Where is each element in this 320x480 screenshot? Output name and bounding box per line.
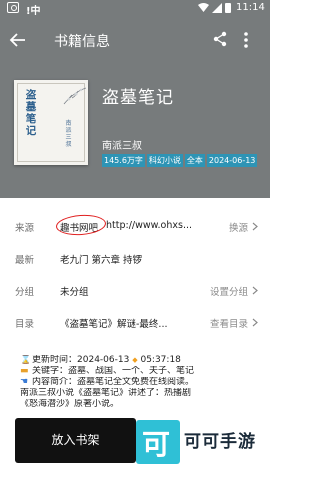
more-vert-icon[interactable] — [243, 31, 249, 49]
group-value: 未分组 — [60, 287, 89, 298]
set-group-button[interactable]: 设置分组 — [210, 284, 248, 298]
status-app-text: !中 — [26, 6, 41, 17]
book-info-screen: !中 11:14 书籍信息 盗墓笔记 南派三叔 盗墓笔记 南派三叔 145.6万… — [0, 0, 270, 480]
book-tags: 145.6万字 科幻小说 全本 2024-06-13 — [102, 154, 259, 167]
signal-icon — [212, 3, 222, 13]
red-annotation-circle — [55, 213, 107, 237]
battery-icon — [225, 3, 231, 13]
app-bar: 书籍信息 — [0, 22, 270, 58]
watermark-logo: 可 — [136, 420, 180, 464]
chevron-right-icon — [252, 318, 258, 327]
update-time: 05:37:18 — [140, 355, 181, 365]
toc-row[interactable]: 目录 《盗墓笔记》解谜-最终... 查看目录 — [0, 308, 270, 338]
chevron-right-icon — [252, 286, 258, 295]
toc-last-chapter: 《盗墓笔记》解谜-最终... — [60, 319, 168, 330]
source-row[interactable]: 来源 趣书网吧 http://www.ohxs... 换源 — [0, 212, 270, 242]
update-date: 2024-06-13 — [77, 355, 130, 365]
update-line: ⌛更新时间：2024-06-13 ◆ 05:37:18 — [20, 355, 260, 366]
source-url[interactable]: http://www.ohxs... — [106, 220, 194, 231]
book-title: 盗墓笔记 — [102, 88, 174, 108]
intro: 内容简介：盗墓笔记全文免费在线阅读。 — [32, 377, 195, 387]
latest-chapter-row[interactable]: 最新 老九门 第六章 持锣 — [0, 244, 270, 274]
book-header: !中 11:14 书籍信息 盗墓笔记 南派三叔 盗墓笔记 南派三叔 145.6万… — [0, 0, 270, 198]
back-arrow-icon[interactable] — [8, 30, 28, 50]
keywords: 关键字：盗墓、战国、一个、夫子、笔记 — [32, 366, 195, 376]
intro-line: ☚ 内容简介：盗墓笔记全文免费在线阅读。 — [20, 377, 260, 388]
cover-branch-illustration — [63, 87, 86, 105]
change-source-button[interactable]: 换源 — [229, 220, 248, 234]
latest-label: 最新 — [15, 255, 35, 266]
tag-category: 科幻小说 — [146, 154, 183, 167]
tag-date: 2024-06-13 — [206, 154, 258, 167]
status-bar: !中 11:14 — [0, 0, 270, 17]
camera-icon — [7, 2, 19, 13]
book-description: ⌛更新时间：2024-06-13 ◆ 05:37:18 ▬ 关键字：盗墓、战国、一… — [20, 355, 260, 410]
source-label: 来源 — [15, 223, 35, 234]
cover-title: 盗墓笔记 — [25, 89, 37, 137]
page-title: 书籍信息 — [54, 34, 110, 50]
keywords-line: ▬ 关键字：盗墓、战国、一个、夫子、笔记 — [20, 366, 260, 377]
watermark-logo-glyph: 可 — [142, 428, 171, 461]
toc-label: 目录 — [15, 319, 35, 330]
tag-status: 全本 — [184, 154, 205, 167]
group-row[interactable]: 分组 未分组 设置分组 — [0, 276, 270, 306]
book-cover[interactable]: 盗墓笔记 南派三叔 — [14, 80, 88, 165]
diamond-icon: ◆ — [132, 356, 138, 364]
wifi-icon — [198, 3, 209, 12]
cover-author: 南派三叔 — [65, 120, 72, 148]
watermark-text: 可可手游 — [184, 432, 256, 452]
key-icon: ▬ — [20, 366, 29, 376]
latest-chapter: 老九门 第六章 持锣 — [60, 255, 143, 266]
body-line-1: 南派三叔小说《盗墓笔记》讲述了：热播剧 — [20, 388, 192, 398]
body-line-2: 《怒海潜沙》原著小说。 — [20, 399, 120, 409]
chevron-right-icon — [252, 222, 258, 231]
add-to-shelf-button[interactable]: 放入书架 — [15, 418, 136, 463]
group-label: 分组 — [15, 287, 35, 298]
hand-icon: ☚ — [20, 377, 29, 387]
book-author[interactable]: 南派三叔 — [102, 137, 142, 152]
update-label: 更新时间： — [32, 355, 78, 365]
clock-icon: ⌛ — [20, 355, 32, 365]
share-icon[interactable] — [212, 31, 228, 47]
status-time: 11:14 — [236, 2, 265, 13]
tag-word-count: 145.6万字 — [102, 154, 145, 167]
view-toc-button[interactable]: 查看目录 — [210, 316, 248, 330]
